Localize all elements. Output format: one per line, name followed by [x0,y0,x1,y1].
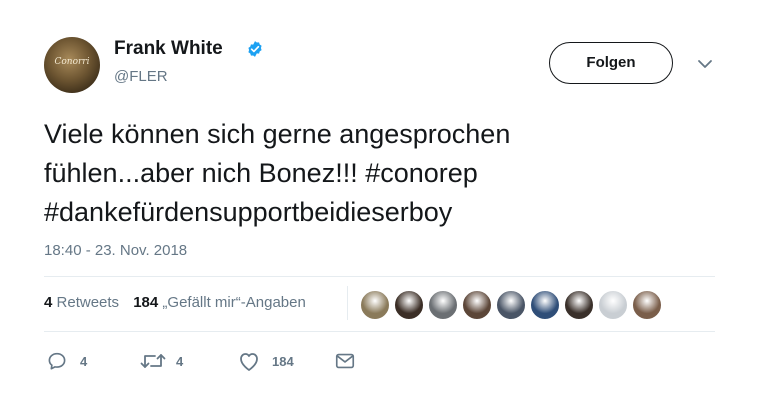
like-button[interactable]: 184 [237,348,307,374]
liker-avatar[interactable] [360,290,390,320]
likes-stat[interactable]: 184 „Gefällt mir“-Angaben [133,294,306,311]
liker-avatar[interactable] [530,290,560,320]
liker-avatar[interactable] [394,290,424,320]
likes-count: 184 [133,294,159,311]
envelope-icon [335,353,355,369]
liker-avatar[interactable] [462,290,492,320]
liker-avatar[interactable] [632,290,662,320]
chevron-down-icon[interactable] [697,58,713,70]
direct-message-button[interactable] [334,348,358,374]
tweet-stats: 4 Retweets 184 „Gefällt mir“-Angaben [44,294,306,311]
liker-avatar[interactable] [428,290,458,320]
liker-avatar[interactable] [564,290,594,320]
retweet-button[interactable]: 4 [140,348,200,374]
author-avatar[interactable]: Conorri [44,37,100,93]
likes-label: „Gefällt mir“-Angaben [162,294,306,311]
reply-icon [48,352,66,370]
divider [44,276,715,277]
retweets-label: Retweets [56,294,120,311]
liker-avatar[interactable] [598,290,628,320]
tweet-text: Viele können sich gerne angesprochen füh… [44,115,724,232]
heart-icon [240,353,258,371]
retweet-icon [140,354,166,368]
verified-badge-icon [248,41,262,57]
tweet-timestamp[interactable]: 18:40 - 23. Nov. 2018 [44,242,187,259]
avatar-text: Conorri [54,57,90,67]
tweet-card: Conorri Frank White @FLER Folgen Viele k… [0,0,763,406]
liker-avatar[interactable] [496,290,526,320]
reply-button[interactable]: 4 [44,348,104,374]
tweet-text-line: #dankefürdensupportbeidieserboy [44,197,453,227]
tweet-actions: 4 4 184 [44,348,374,374]
retweets-count: 4 [44,294,53,311]
author-name[interactable]: Frank White [114,38,223,60]
stats-separator [347,286,348,320]
reply-count: 4 [80,354,88,369]
retweets-stat[interactable]: 4 Retweets [44,294,119,311]
like-count: 184 [272,354,294,369]
retweet-count: 4 [176,354,184,369]
follow-button[interactable]: Folgen [549,42,673,84]
divider [44,331,715,332]
tweet-text-line: Viele können sich gerne angesprochen [44,119,511,149]
tweet-text-line: fühlen...aber nich Bonez!!! #conorep [44,158,478,188]
author-handle[interactable]: @FLER [114,68,168,85]
